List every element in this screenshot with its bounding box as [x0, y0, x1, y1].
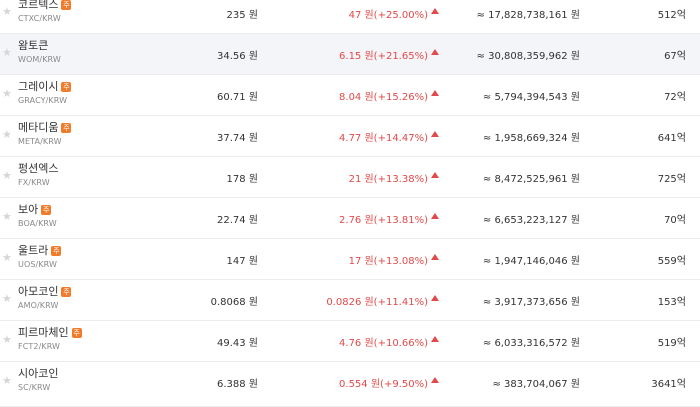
coin-name: 왐토큰 — [18, 39, 49, 52]
up-triangle-icon — [431, 295, 439, 301]
coin-name: 펑션엑스 — [18, 162, 59, 175]
table-row[interactable]: ★ 왐토큰 WOM/KRW 34.56 원 6.15 원(+21.65%) ≈ … — [0, 34, 700, 75]
up-triangle-icon — [431, 336, 439, 342]
caution-badge-icon: 주 — [61, 82, 72, 92]
trade-volume: ≈ 8,472,525,961 원 — [482, 174, 580, 185]
trade-volume: ≈ 383,704,067 원 — [492, 379, 580, 390]
trade-volume: ≈ 1,947,146,046 원 — [482, 256, 580, 267]
star-icon[interactable]: ★ — [2, 128, 12, 142]
price-change: 2.76 원(+13.81%) — [339, 215, 428, 226]
up-triangle-icon — [431, 172, 439, 178]
price-change: 21 원(+13.38%) — [348, 174, 428, 185]
coin-name: 보아 — [18, 203, 39, 216]
coin-ticker: GRACY/KRW — [18, 96, 68, 105]
price-change: 47 원(+25.00%) — [348, 10, 428, 21]
price-change: 0.0826 원(+11.41%) — [326, 297, 428, 308]
trade-volume: ≈ 1,958,669,324 원 — [482, 133, 580, 144]
coin-ticker: BOA/KRW — [18, 219, 57, 228]
current-price: 60.71 원 — [216, 92, 258, 103]
current-price: 235 원 — [226, 10, 258, 21]
current-price: 22.74 원 — [216, 215, 258, 226]
up-triangle-icon — [431, 213, 439, 219]
table-row[interactable]: ★ 피르마체인 주 FCT2/KRW 49.43 원 4.76 원(+10.66%… — [0, 321, 700, 362]
up-triangle-icon — [431, 131, 439, 137]
coin-ticker: SC/KRW — [18, 383, 51, 392]
price-change: 0.554 원(+9.50%) — [339, 379, 428, 390]
price-change: 6.15 원(+21.65%) — [339, 51, 428, 62]
price-change: 8.04 원(+15.26%) — [339, 92, 428, 103]
trade-volume: ≈ 6,033,316,572 원 — [482, 338, 580, 349]
price-change: 17 원(+13.08%) — [348, 256, 428, 267]
star-icon[interactable]: ★ — [2, 87, 12, 101]
market-cap: 559억 — [657, 256, 686, 267]
coin-ticker: UOS/KRW — [18, 260, 58, 269]
market-cap: 72억 — [664, 92, 686, 103]
market-cap: 641억 — [657, 133, 686, 144]
coin-name: 메타디움 — [18, 121, 59, 134]
market-cap: 512억 — [657, 10, 686, 21]
current-price: 6.388 원 — [216, 379, 258, 390]
current-price: 49.43 원 — [216, 338, 258, 349]
star-icon[interactable]: ★ — [2, 333, 12, 347]
coin-name: 그레이시 — [18, 80, 59, 93]
price-change: 4.77 원(+14.47%) — [339, 133, 428, 144]
market-cap: 153억 — [657, 297, 686, 308]
caution-badge-icon: 주 — [61, 287, 72, 297]
caution-badge-icon: 주 — [71, 328, 82, 338]
market-cap: 67억 — [664, 51, 686, 62]
market-cap: 3641억 — [651, 379, 686, 390]
coin-ticker: CTXC/KRW — [18, 14, 61, 23]
trade-volume: ≈ 30,808,359,962 원 — [476, 51, 580, 62]
star-icon[interactable]: ★ — [2, 374, 12, 388]
coin-ticker: FX/KRW — [18, 178, 50, 187]
up-triangle-icon — [431, 49, 439, 55]
table-row[interactable]: ★ 시아코인 SC/KRW 6.388 원 0.554 원(+9.50%) ≈ … — [0, 362, 700, 407]
trade-volume: ≈ 6,653,223,127 원 — [482, 215, 580, 226]
coin-ticker: AMO/KRW — [18, 301, 59, 310]
market-cap: 70억 — [664, 215, 686, 226]
trade-volume: ≈ 3,917,373,656 원 — [482, 297, 580, 308]
caution-badge-icon: 주 — [51, 246, 62, 256]
table-row[interactable]: ★ 그레이시 주 GRACY/KRW 60.71 원 8.04 원(+15.26%… — [0, 75, 700, 116]
market-cap: 725억 — [657, 174, 686, 185]
up-triangle-icon — [431, 8, 439, 14]
caution-badge-icon: 주 — [61, 123, 72, 133]
table-row[interactable]: ★ 보아 주 BOA/KRW 22.74 원 2.76 원(+13.81%) ≈ … — [0, 198, 700, 239]
coin-name: 울트라 — [18, 244, 49, 257]
current-price: 147 원 — [226, 256, 258, 267]
star-icon[interactable]: ★ — [2, 46, 12, 60]
trade-volume: ≈ 17,828,738,161 원 — [476, 10, 580, 21]
up-triangle-icon — [431, 377, 439, 383]
current-price: 37.74 원 — [216, 133, 258, 144]
star-icon[interactable]: ★ — [2, 5, 12, 19]
coin-ticker: FCT2/KRW — [18, 342, 61, 351]
coin-name: 아모코인 — [18, 285, 59, 298]
current-price: 0.8068 원 — [210, 297, 258, 308]
table-row[interactable]: ★ 코르텍스 주 CTXC/KRW 235 원 47 원(+25.00%) ≈ 1… — [0, 0, 700, 34]
star-icon[interactable]: ★ — [2, 210, 12, 224]
table-row[interactable]: ★ 울트라 주 UOS/KRW 147 원 17 원(+13.08%) ≈ 1,9… — [0, 239, 700, 280]
table-row[interactable]: ★ 펑션엑스 FX/KRW 178 원 21 원(+13.38%) ≈ 8,47… — [0, 157, 700, 198]
table-row[interactable]: ★ 아모코인 주 AMO/KRW 0.8068 원 0.0826 원(+11.41… — [0, 280, 700, 321]
coin-ticker: META/KRW — [18, 137, 62, 146]
caution-badge-icon: 주 — [61, 0, 72, 10]
caution-badge-icon: 주 — [41, 205, 52, 215]
current-price: 178 원 — [226, 174, 258, 185]
coin-name: 코르텍스 — [18, 0, 59, 11]
up-triangle-icon — [431, 90, 439, 96]
trade-volume: ≈ 5,794,394,543 원 — [482, 92, 580, 103]
coin-ticker: WOM/KRW — [18, 55, 61, 64]
market-cap: 519억 — [657, 338, 686, 349]
table-row[interactable]: ★ 메타디움 주 META/KRW 37.74 원 4.77 원(+14.47%)… — [0, 116, 700, 157]
coin-name: 시아코인 — [18, 367, 59, 380]
market-table: ★ 코르텍스 주 CTXC/KRW 235 원 47 원(+25.00%) ≈ 1… — [0, 0, 700, 407]
price-change: 4.76 원(+10.66%) — [339, 338, 428, 349]
star-icon[interactable]: ★ — [2, 251, 12, 265]
current-price: 34.56 원 — [216, 51, 258, 62]
star-icon[interactable]: ★ — [2, 169, 12, 183]
coin-name: 피르마체인 — [18, 326, 69, 339]
up-triangle-icon — [431, 254, 439, 260]
star-icon[interactable]: ★ — [2, 292, 12, 306]
